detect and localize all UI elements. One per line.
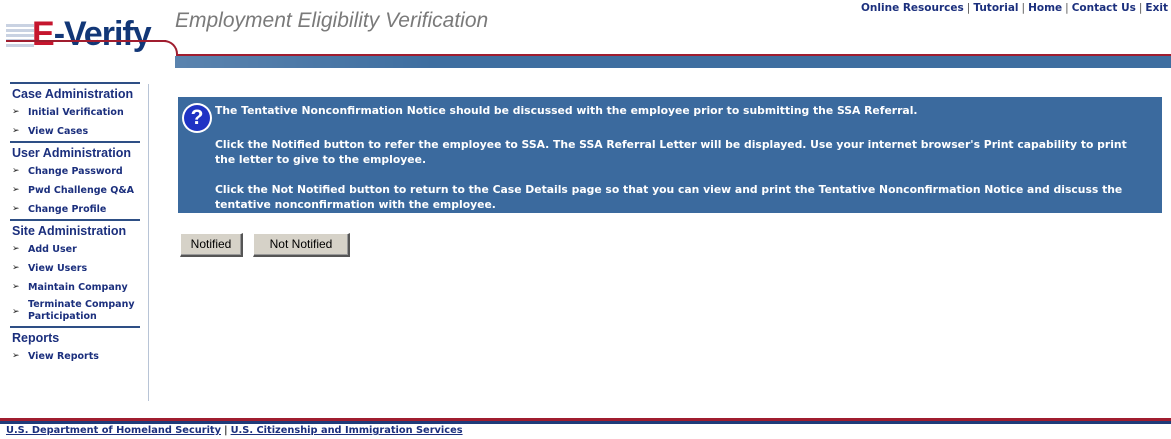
not-notified-button[interactable]: Not Notified (253, 233, 350, 257)
link-separator: | (966, 2, 971, 14)
header-red-rule-curve (158, 40, 178, 56)
sidebar-rule (10, 82, 140, 84)
sidebar-item-maintain-company[interactable]: ➢ Maintain Company (0, 278, 148, 297)
info-message-notified: Click the Notified button to refer the e… (215, 138, 1127, 166)
uscis-link[interactable]: U.S. Citizenship and Immigration Service… (231, 425, 463, 436)
sidebar-item-view-reports[interactable]: ➢ View Reports (0, 347, 148, 366)
exit-link[interactable]: Exit (1145, 2, 1168, 14)
sidebar-rule (10, 141, 140, 143)
sidebar-item-label: View Users (28, 263, 88, 274)
e-verify-logo: E-Verify (6, 14, 166, 56)
sidebar-item-change-profile[interactable]: ➢ Change Profile (0, 200, 148, 219)
arrow-right-icon: ➢ (12, 263, 20, 273)
link-separator: | (1065, 2, 1069, 14)
arrow-right-icon: ➢ (12, 282, 20, 292)
tutorial-link[interactable]: Tutorial (973, 2, 1018, 14)
link-separator: | (224, 425, 228, 436)
arrow-right-icon: ➢ (12, 185, 20, 195)
arrow-right-icon: ➢ (12, 126, 20, 136)
sidebar-item-label: Add User (28, 244, 77, 255)
logo-verify-text: -Verify (53, 15, 152, 53)
sidebar-item-add-user[interactable]: ➢ Add User (0, 240, 148, 259)
top-nav-links: Online Resources | Tutorial | Home | Contact U… (861, 2, 1168, 14)
sidebar-item-label: Pwd Challenge Q&A (28, 185, 134, 196)
sidebar-item-label: Maintain Company (28, 282, 128, 293)
sidebar-item-change-password[interactable]: ➢ Change Password (0, 162, 148, 181)
arrow-right-icon: ➢ (12, 351, 20, 361)
header-blue-bar-sheen (175, 56, 435, 68)
sidebar-rule (10, 326, 140, 328)
notified-button[interactable]: Notified (180, 233, 243, 257)
info-message-notice: The Tentative Nonconfirmation Notice sho… (215, 104, 918, 117)
app-title: Employment Eligibility Verification (175, 9, 489, 32)
sidebar-heading-reports: Reports (12, 331, 60, 345)
sidebar-item-pwd-challenge[interactable]: ➢ Pwd Challenge Q&A (0, 181, 148, 200)
help-icon: ? (182, 103, 212, 133)
sidebar-item-initial-verification[interactable]: ➢ Initial Verification (0, 103, 148, 122)
dhs-link[interactable]: U.S. Department of Homeland Security (6, 425, 221, 436)
referral-info-panel: ? The Tentative Nonconfirmation Notice s… (178, 97, 1162, 213)
footer-blue-rule (0, 421, 1171, 424)
header-red-rule (6, 40, 166, 42)
sidebar-heading-case-administration: Case Administration (12, 87, 134, 101)
home-link[interactable]: Home (1028, 2, 1062, 14)
contact-us-link[interactable]: Contact Us (1072, 2, 1136, 14)
sidebar-nav: Case Administration ➢ Initial Verificatio… (0, 82, 148, 402)
sidebar-item-view-users[interactable]: ➢ View Users (0, 259, 148, 278)
sidebar-heading-site-administration: Site Administration (12, 224, 127, 238)
arrow-right-icon: ➢ (12, 107, 20, 117)
footer-links: U.S. Department of Homeland Security | U.S… (6, 425, 463, 436)
link-separator: | (1021, 2, 1026, 14)
sidebar-item-label: Initial Verification (28, 107, 124, 118)
sidebar-item-label: Change Password (28, 166, 123, 177)
arrow-right-icon: ➢ (12, 166, 20, 176)
sidebar-item-label: Change Profile (28, 204, 107, 215)
arrow-right-icon: ➢ (12, 204, 20, 214)
info-message-not-notified: Click the Not Notified button to return … (215, 183, 1123, 211)
online-resources-link[interactable]: Online Resources (861, 2, 964, 14)
sidebar-rule (10, 219, 140, 221)
flag-stripes-icon (6, 24, 34, 50)
sidebar-heading-user-administration: User Administration (12, 146, 132, 160)
logo-wordmark: E-Verify (32, 14, 152, 54)
arrow-right-icon: ➢ (12, 244, 20, 254)
sidebar-item-label: Terminate Company Participation (28, 299, 135, 322)
sidebar-item-label: View Cases (28, 126, 89, 137)
sidebar-item-terminate-company[interactable]: ➢ Terminate Company Participation (0, 297, 148, 326)
sidebar-item-view-cases[interactable]: ➢ View Cases (0, 122, 148, 141)
link-separator: | (1138, 2, 1143, 14)
sidebar-item-label: View Reports (28, 351, 99, 362)
sidebar-divider (148, 84, 149, 401)
logo-letter-e: E (32, 15, 55, 53)
arrow-right-icon: ➢ (12, 307, 20, 317)
